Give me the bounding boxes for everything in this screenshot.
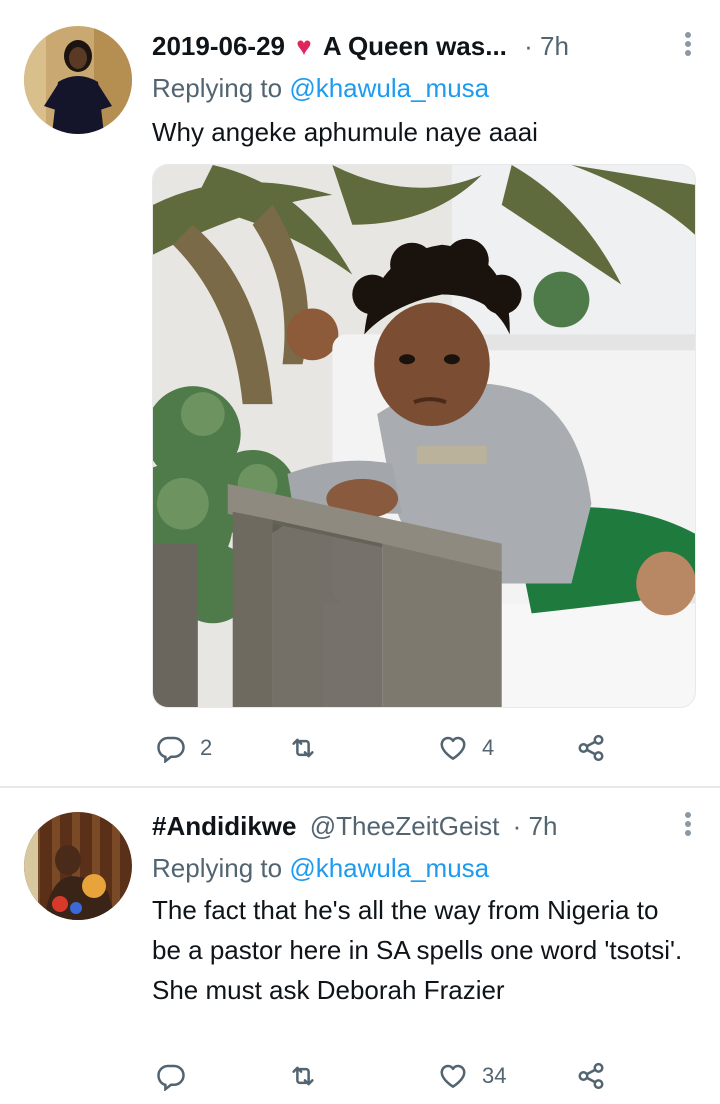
tweet-text: Why angeke aphumule naye aaai <box>152 117 538 147</box>
display-name[interactable]: #Andidikwe <box>152 811 296 841</box>
share-icon <box>578 1062 604 1090</box>
timestamp[interactable]: · 7h <box>524 31 569 61</box>
reply-button[interactable]: 2 <box>156 728 212 768</box>
retweet-button[interactable] <box>288 1056 332 1096</box>
red-heart-icon: ♥ <box>296 31 312 61</box>
share-button[interactable] <box>576 728 606 768</box>
heart-outline-icon <box>440 736 466 760</box>
tweet-text: The fact that he's all the way from Nige… <box>152 895 683 1005</box>
replying-handle-link[interactable]: @khawula_musa <box>289 853 489 883</box>
more-vertical-icon[interactable] <box>682 32 694 60</box>
replying-to: Replying to @khawula_musa <box>152 70 489 106</box>
avatar[interactable] <box>24 26 132 134</box>
retweet-button[interactable] <box>288 728 332 768</box>
tweet-2[interactable]: #Andidikwe @TheeZeitGeist · 7h Replying … <box>0 788 720 1104</box>
tweet-header: #Andidikwe @TheeZeitGeist · 7h <box>152 808 680 844</box>
tweet-actions: 34 <box>152 1056 632 1096</box>
retweet-icon <box>292 738 314 758</box>
tweet-header: 2019-06-29 ♥ A Queen was... · 7h <box>152 28 680 64</box>
like-count: 4 <box>482 735 495 760</box>
replying-handle-link[interactable]: @khawula_musa <box>289 73 489 103</box>
heart-outline-icon <box>440 1064 466 1088</box>
retweet-icon <box>292 1066 314 1086</box>
share-button[interactable] <box>576 1056 606 1096</box>
replying-label: Replying to <box>152 73 283 103</box>
display-name-suffix[interactable]: A Queen was... <box>323 31 507 61</box>
like-button[interactable]: 4 <box>438 728 494 768</box>
more-vertical-icon[interactable] <box>682 812 694 840</box>
tweet-actions: 2 4 <box>152 728 632 768</box>
reply-count: 2 <box>200 735 213 760</box>
reply-icon <box>157 1064 185 1091</box>
reply-button[interactable] <box>156 1056 200 1096</box>
like-count: 34 <box>482 1063 507 1088</box>
tweet-1[interactable]: 2019-06-29 ♥ A Queen was... · 7h Replyin… <box>0 0 720 787</box>
like-button[interactable]: 34 <box>438 1056 506 1096</box>
user-handle[interactable]: @TheeZeitGeist <box>310 811 500 841</box>
share-icon <box>578 734 604 762</box>
timestamp[interactable]: · 7h <box>513 811 558 841</box>
reply-icon <box>157 736 185 763</box>
avatar[interactable] <box>24 812 132 920</box>
replying-to: Replying to @khawula_musa <box>152 850 489 886</box>
tweet-photo[interactable] <box>152 164 696 708</box>
replying-label: Replying to <box>152 853 283 883</box>
display-name[interactable]: 2019-06-29 <box>152 31 285 61</box>
